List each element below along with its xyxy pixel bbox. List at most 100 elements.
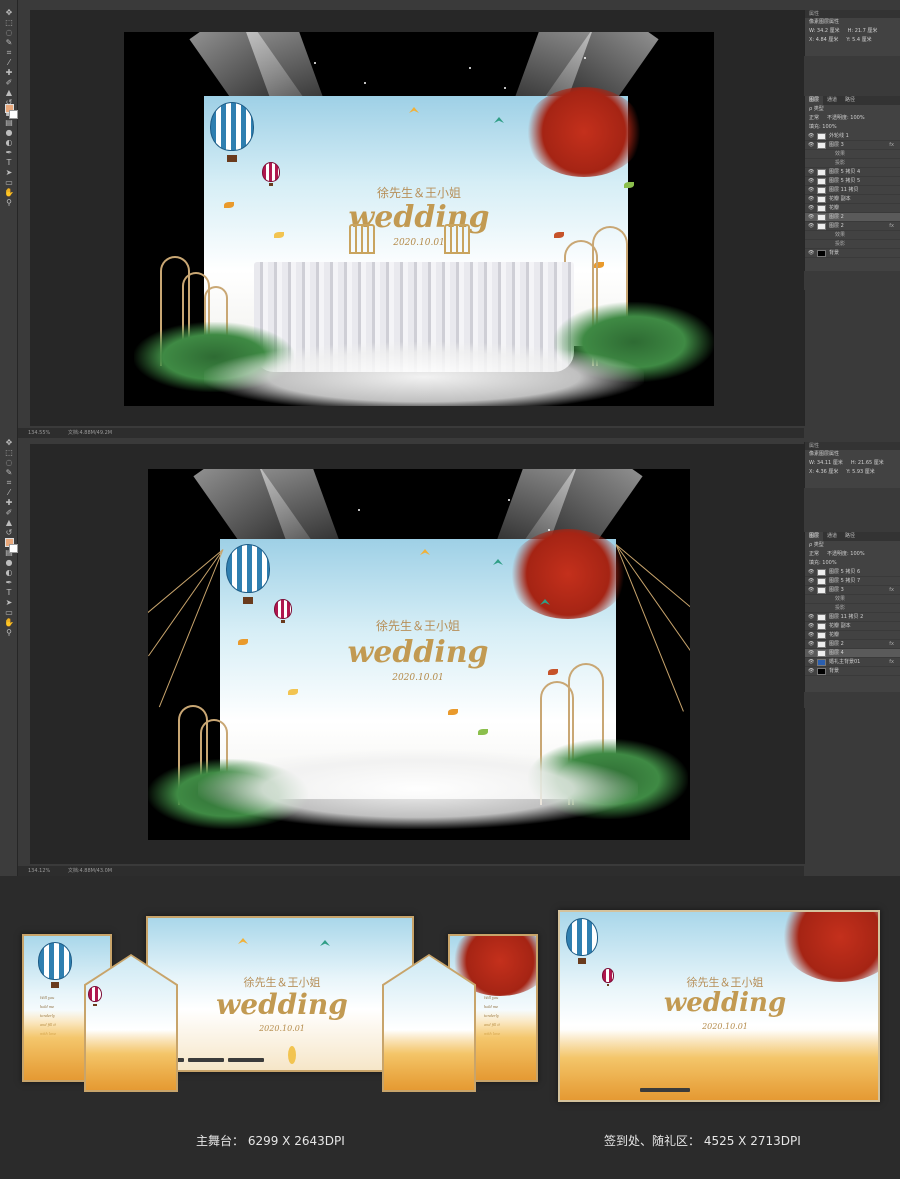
fill-field[interactable]: 填充: 100%	[809, 124, 837, 130]
crop-icon[interactable]: ⌗	[4, 48, 14, 57]
height-value[interactable]: H: 21.7 厘米	[848, 28, 878, 34]
layer-row[interactable]: 👁 背景	[805, 249, 900, 258]
layer-row[interactable]: 👁 图层 2	[805, 213, 900, 222]
layer-row[interactable]: 👁 图层 2 fx	[805, 640, 900, 649]
pen-icon[interactable]: ✒	[4, 148, 14, 157]
eye-icon[interactable]: 👁	[808, 141, 814, 150]
tab-layers[interactable]: 图层	[805, 96, 824, 105]
zoom-icon[interactable]: ⚲	[4, 628, 14, 637]
fx-icon[interactable]: fx	[889, 640, 894, 649]
shape-icon[interactable]: ▭	[4, 608, 14, 617]
fx-icon[interactable]: fx	[889, 222, 894, 231]
blend-row[interactable]: 正常 不透明度: 100%	[805, 114, 900, 123]
path-select-icon[interactable]: ➤	[4, 598, 14, 607]
crop-icon[interactable]: ⌗	[4, 478, 14, 487]
fill-field[interactable]: 填充: 100%	[809, 560, 837, 566]
eye-icon[interactable]: 👁	[808, 204, 814, 213]
layer-row[interactable]: 👁 图层 5 拷贝 5	[805, 177, 900, 186]
move-icon[interactable]: ✥	[4, 8, 14, 17]
healing-brush-icon[interactable]: ✚	[4, 68, 14, 77]
eye-icon[interactable]: 👁	[808, 649, 814, 658]
layer-row[interactable]: 👁 图层 2 fx	[805, 222, 900, 231]
background-color-swatch[interactable]	[9, 110, 18, 119]
layer-row[interactable]: 👁 图层 11 拷贝	[805, 186, 900, 195]
eye-icon[interactable]: 👁	[808, 667, 814, 676]
hand-icon[interactable]: ✋	[4, 618, 14, 627]
properties-row[interactable]: W: 34.2 厘米 H: 21.7 厘米	[805, 27, 900, 36]
tab-channels[interactable]: 通道	[823, 96, 841, 105]
layer-row[interactable]: 👁 外轮线 1	[805, 132, 900, 141]
eye-icon[interactable]: 👁	[808, 249, 814, 258]
opacity-field[interactable]: 不透明度: 100%	[827, 115, 865, 121]
fill-row[interactable]: 填充: 100%	[805, 559, 900, 568]
layer-row[interactable]: 👁 图层 11 拷贝 2	[805, 613, 900, 622]
eye-icon[interactable]: 👁	[808, 658, 814, 667]
eye-icon[interactable]: 👁	[808, 577, 814, 586]
brush-icon[interactable]: ✐	[4, 508, 14, 517]
opacity-field[interactable]: 不透明度: 100%	[827, 551, 865, 557]
eyedropper-icon[interactable]: ⁄	[4, 488, 14, 497]
layer-row[interactable]: 👁 花瓣	[805, 631, 900, 640]
quick-select-icon[interactable]: ✎	[4, 38, 14, 47]
shape-icon[interactable]: ▭	[4, 178, 14, 187]
layer-row[interactable]: 👁 花瓣	[805, 204, 900, 213]
brush-icon[interactable]: ✐	[4, 78, 14, 87]
layer-filter-row[interactable]: ρ 类型	[805, 541, 900, 550]
lasso-icon[interactable]: ◌	[4, 458, 14, 467]
eye-icon[interactable]: 👁	[808, 132, 814, 141]
layer-effect-row[interactable]: 投影	[805, 240, 900, 249]
width-value[interactable]: W: 34.2 厘米	[809, 28, 840, 34]
tab-paths[interactable]: 路径	[841, 96, 859, 105]
marquee-icon[interactable]: ⬚	[4, 18, 14, 27]
fill-row[interactable]: 填充: 100%	[805, 123, 900, 132]
eye-icon[interactable]: 👁	[808, 168, 814, 177]
layer-kind-filter[interactable]: ρ 类型	[809, 542, 824, 548]
healing-brush-icon[interactable]: ✚	[4, 498, 14, 507]
stamp-icon[interactable]: ▲	[4, 518, 14, 527]
dodge-icon[interactable]: ◐	[4, 568, 14, 577]
layer-row[interactable]: 👁 图层 3 fx	[805, 586, 900, 595]
properties-row[interactable]: X: 4.36 厘米 Y: 5.93 厘米	[805, 468, 900, 477]
quick-select-icon[interactable]: ✎	[4, 468, 14, 477]
eyedropper-icon[interactable]: ⁄	[4, 58, 14, 67]
stamp-icon[interactable]: ▲	[4, 88, 14, 97]
blend-row[interactable]: 正常 不透明度: 100%	[805, 550, 900, 559]
layer-filter-row[interactable]: ρ 类型	[805, 105, 900, 114]
y-value[interactable]: Y: 5.4 厘米	[846, 37, 871, 43]
eye-icon[interactable]: 👁	[808, 586, 814, 595]
layer-effect-row[interactable]: 效果	[805, 150, 900, 159]
eye-icon[interactable]: 👁	[808, 177, 814, 186]
layer-row[interactable]: 👁 图层 5 拷贝 6	[805, 568, 900, 577]
blend-mode-select[interactable]: 正常	[809, 551, 819, 557]
tab-layers[interactable]: 图层	[805, 532, 824, 541]
layer-effect-row[interactable]: 投影	[805, 604, 900, 613]
layer-row[interactable]: 👁 图层 4	[805, 649, 900, 658]
lasso-icon[interactable]: ◌	[4, 28, 14, 37]
blur-icon[interactable]: ●	[4, 558, 14, 567]
fx-icon[interactable]: fx	[889, 658, 894, 667]
layer-row[interactable]: 👁 花瓣 副本	[805, 622, 900, 631]
width-value[interactable]: W: 34.11 厘米	[809, 460, 843, 466]
layer-effect-row[interactable]: 效果	[805, 595, 900, 604]
zoom-icon[interactable]: ⚲	[4, 198, 14, 207]
layer-row[interactable]: 👁 图层 5 拷贝 7	[805, 577, 900, 586]
height-value[interactable]: H: 21.65 厘米	[851, 460, 884, 466]
background-color-swatch[interactable]	[9, 544, 18, 553]
fx-icon[interactable]: fx	[889, 141, 894, 150]
dodge-icon[interactable]: ◐	[4, 138, 14, 147]
type-icon[interactable]: T	[4, 588, 14, 597]
layer-effect-row[interactable]: 投影	[805, 159, 900, 168]
properties-row[interactable]: X: 4.84 厘米 Y: 5.4 厘米	[805, 36, 900, 45]
eye-icon[interactable]: 👁	[808, 213, 814, 222]
blur-icon[interactable]: ●	[4, 128, 14, 137]
fx-icon[interactable]: fx	[889, 586, 894, 595]
tab-paths[interactable]: 路径	[841, 532, 859, 541]
tab-channels[interactable]: 通道	[823, 532, 841, 541]
y-value[interactable]: Y: 5.93 厘米	[846, 469, 874, 475]
x-value[interactable]: X: 4.84 厘米	[809, 37, 838, 43]
eye-icon[interactable]: 👁	[808, 568, 814, 577]
eye-icon[interactable]: 👁	[808, 195, 814, 204]
path-select-icon[interactable]: ➤	[4, 168, 14, 177]
layer-row[interactable]: 👁 花瓣 副本	[805, 195, 900, 204]
layer-row[interactable]: 👁 婚礼主背景01 fx	[805, 658, 900, 667]
